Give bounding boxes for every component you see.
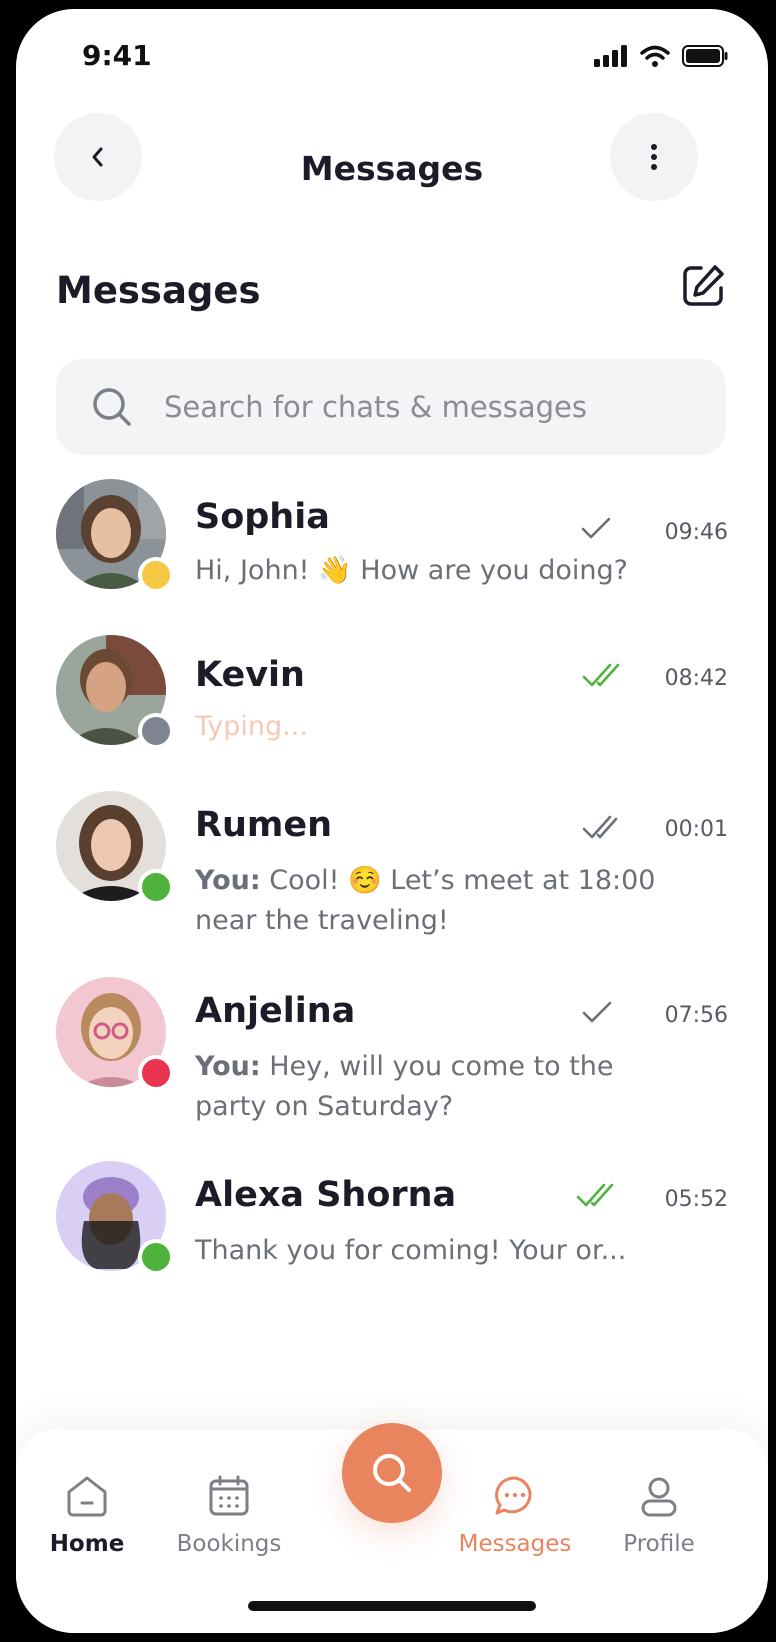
chat-preview: You: Cool! ☺️ Let’s meet at 18:00 near t… <box>195 861 665 941</box>
chat-name: Anjelina <box>195 991 356 1031</box>
status-time: 9:41 <box>82 39 152 72</box>
chat-preview: Thank you for coming! Your or... <box>195 1235 627 1266</box>
chat-name: Kevin <box>195 655 305 695</box>
chat-time: 05:52 <box>664 1187 728 1212</box>
chat-name: Rumen <box>195 805 332 845</box>
chat-time: 00:01 <box>664 817 728 842</box>
chat-bubble-icon <box>495 1476 532 1515</box>
chat-preview: You: Hey, will you come to the party on … <box>195 1047 665 1127</box>
more-vertical-icon <box>651 144 657 170</box>
check-sent-icon <box>581 517 611 539</box>
chat-preview-typing: Typing... <box>195 711 308 742</box>
chat-name: Sophia <box>195 497 330 537</box>
tab-home[interactable]: Home <box>22 1473 152 1557</box>
search-icon <box>373 1454 411 1492</box>
status-dot <box>138 557 174 593</box>
signal-icon <box>594 45 627 67</box>
check-read-icon <box>582 663 620 687</box>
tab-bookings[interactable]: Bookings <box>164 1473 294 1557</box>
phone-screen: 9:41 Messages Messages Search for chats … <box>16 9 768 1633</box>
tab-label: Messages <box>458 1531 572 1557</box>
tab-messages[interactable]: Messages <box>450 1473 580 1557</box>
user-icon <box>641 1477 677 1517</box>
chat-name: Alexa Shorna <box>195 1175 457 1215</box>
check-read-icon <box>576 1183 614 1207</box>
status-icons <box>594 45 728 67</box>
chat-preview: Hi, John! 👋 How are you doing? <box>195 555 628 586</box>
section-title: Messages <box>56 269 261 312</box>
more-options-button[interactable] <box>610 113 698 201</box>
chat-time: 09:46 <box>664 520 728 545</box>
home-icon <box>67 1476 107 1517</box>
chat-time: 07:56 <box>664 1003 728 1028</box>
status-dot <box>138 869 174 905</box>
you-prefix: You: <box>195 865 261 896</box>
status-dot <box>138 713 174 749</box>
tab-label: Home <box>49 1531 125 1557</box>
check-delivered-icon <box>582 815 618 839</box>
compose-icon[interactable] <box>679 262 727 310</box>
tab-label: Bookings <box>176 1531 282 1557</box>
you-prefix: You: <box>195 1051 261 1082</box>
chat-time: 08:42 <box>664 666 728 691</box>
calendar-icon <box>209 1475 249 1516</box>
tab-profile[interactable]: Profile <box>594 1473 724 1557</box>
search-icon <box>93 388 131 426</box>
search-bar[interactable] <box>56 359 726 455</box>
home-indicator <box>248 1601 536 1611</box>
battery-icon <box>682 45 728 67</box>
chat-preview-text: Cool! ☺️ Let’s meet at 18:00 near the tr… <box>195 865 656 936</box>
wifi-icon <box>640 45 670 67</box>
check-sent-icon <box>582 1001 612 1023</box>
search-input[interactable] <box>162 389 686 425</box>
status-dot <box>138 1055 174 1091</box>
tab-label: Profile <box>623 1531 695 1557</box>
search-fab-button[interactable] <box>342 1423 442 1523</box>
status-dot <box>138 1239 174 1275</box>
